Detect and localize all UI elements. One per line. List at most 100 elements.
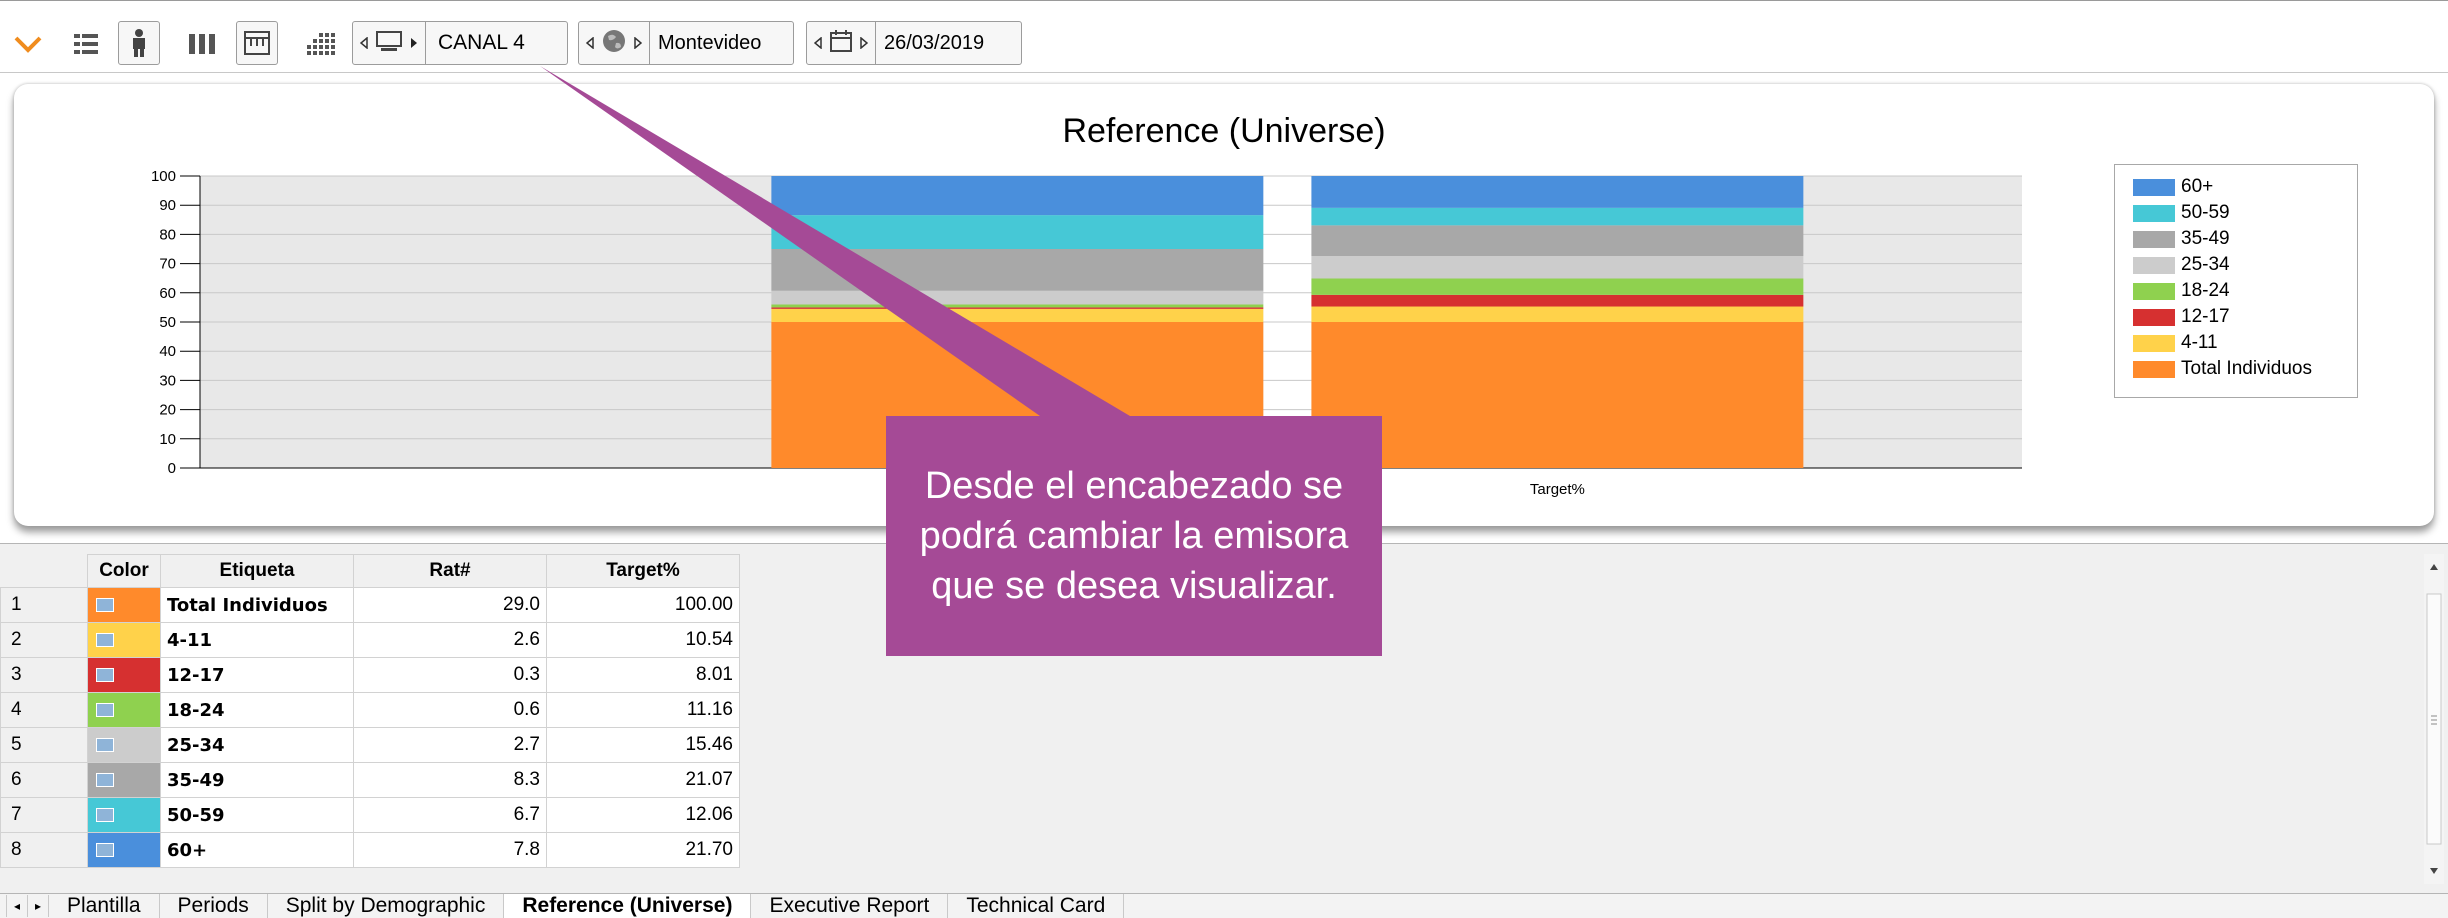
tab-scroll-right-icon[interactable]: ▸ bbox=[28, 895, 49, 917]
tab-periods[interactable]: Periods bbox=[160, 894, 268, 918]
color-swatch-cell[interactable] bbox=[87, 622, 161, 658]
header-rat[interactable]: Rat# bbox=[353, 554, 547, 588]
bar-segment[interactable] bbox=[771, 308, 1264, 322]
table-row[interactable]: 1 Total Individuos 29.0 100.00 bbox=[0, 587, 740, 623]
bar-segment[interactable] bbox=[771, 304, 1264, 308]
color-swatch-cell[interactable] bbox=[87, 762, 161, 798]
columns-icon[interactable] bbox=[182, 24, 222, 64]
tab-plantilla[interactable]: Plantilla bbox=[49, 894, 160, 918]
header-color[interactable]: Color bbox=[87, 554, 161, 588]
row-rat[interactable]: 2.7 bbox=[353, 727, 547, 763]
table-header-row: Color Etiqueta Rat# Target% bbox=[0, 554, 740, 588]
prev-city-arrow-icon[interactable] bbox=[585, 37, 595, 49]
header-label[interactable]: Etiqueta bbox=[160, 554, 354, 588]
bar-segment[interactable] bbox=[1311, 322, 1804, 468]
y-tick-label: 20 bbox=[159, 402, 176, 419]
row-rat[interactable]: 0.3 bbox=[353, 657, 547, 693]
date-value[interactable]: 26/03/2019 bbox=[875, 22, 992, 64]
row-target[interactable]: 21.70 bbox=[546, 832, 740, 868]
bar-segment[interactable] bbox=[771, 176, 1264, 216]
color-swatch-icon[interactable] bbox=[96, 842, 114, 857]
bar-segment[interactable] bbox=[1311, 294, 1804, 307]
row-rat[interactable]: 29.0 bbox=[353, 587, 547, 623]
color-swatch-icon[interactable] bbox=[96, 772, 114, 787]
color-swatch-icon[interactable] bbox=[96, 807, 114, 822]
bar-segment[interactable] bbox=[771, 307, 1264, 309]
prev-channel-arrow-icon[interactable] bbox=[359, 37, 369, 49]
row-target[interactable]: 12.06 bbox=[546, 797, 740, 833]
bar-segment[interactable] bbox=[1311, 306, 1804, 322]
color-swatch-cell[interactable] bbox=[87, 587, 161, 623]
tab-scroll-left-icon[interactable]: ◂ bbox=[6, 895, 28, 917]
legend-label: 60+ bbox=[2181, 176, 2214, 197]
row-rat[interactable]: 7.8 bbox=[353, 832, 547, 868]
channel-value[interactable]: CANAL 4 bbox=[425, 22, 537, 64]
bar-segment[interactable] bbox=[771, 215, 1264, 249]
person-icon[interactable] bbox=[118, 21, 160, 65]
legend-item: 35-49 bbox=[2133, 227, 2230, 251]
next-date-arrow-icon[interactable] bbox=[859, 37, 869, 49]
row-target[interactable]: 100.00 bbox=[546, 587, 740, 623]
color-swatch-cell[interactable] bbox=[87, 692, 161, 728]
bar-segment[interactable] bbox=[1311, 207, 1804, 226]
legend-label: 50-59 bbox=[2181, 202, 2230, 223]
row-label: 50-59 bbox=[160, 797, 354, 833]
row-target[interactable]: 8.01 bbox=[546, 657, 740, 693]
tab-reference-universe[interactable]: Reference (Universe) bbox=[504, 894, 752, 918]
row-rat[interactable]: 2.6 bbox=[353, 622, 547, 658]
bar-segment[interactable] bbox=[1311, 278, 1804, 295]
tab-technical-card[interactable]: Technical Card bbox=[948, 894, 1125, 918]
color-swatch-cell[interactable] bbox=[87, 832, 161, 868]
color-swatch-icon[interactable] bbox=[96, 667, 114, 682]
table-row[interactable]: 7 50-59 6.7 12.06 bbox=[0, 797, 740, 833]
legend-label: 12-17 bbox=[2181, 306, 2230, 327]
legend-item: 4-11 bbox=[2133, 331, 2218, 355]
header-target[interactable]: Target% bbox=[546, 554, 740, 588]
city-selector[interactable]: Montevideo bbox=[578, 21, 794, 65]
city-value[interactable]: Montevideo bbox=[649, 22, 769, 64]
row-target[interactable]: 15.46 bbox=[546, 727, 740, 763]
color-swatch-cell[interactable] bbox=[87, 727, 161, 763]
table-row[interactable]: 8 60+ 7.8 21.70 bbox=[0, 832, 740, 868]
row-target[interactable]: 11.16 bbox=[546, 692, 740, 728]
header-rownum bbox=[0, 554, 88, 588]
channel-selector[interactable]: CANAL 4 bbox=[352, 21, 568, 65]
color-swatch-cell[interactable] bbox=[87, 657, 161, 693]
tab-executive-report[interactable]: Executive Report bbox=[751, 894, 949, 918]
color-swatch-icon[interactable] bbox=[96, 597, 114, 612]
next-channel-arrow-icon[interactable] bbox=[409, 37, 419, 49]
row-rat[interactable]: 8.3 bbox=[353, 762, 547, 798]
color-swatch-cell[interactable] bbox=[87, 797, 161, 833]
table-row[interactable]: 3 12-17 0.3 8.01 bbox=[0, 657, 740, 693]
bar-segment[interactable] bbox=[1311, 256, 1804, 279]
bar-segment[interactable] bbox=[1311, 176, 1804, 208]
globe-icon bbox=[601, 28, 627, 59]
tab-split-by-demographic[interactable]: Split by Demographic bbox=[268, 894, 505, 918]
calendar-grid-icon[interactable] bbox=[236, 21, 278, 65]
row-rat[interactable]: 0.6 bbox=[353, 692, 547, 728]
table-row[interactable]: 6 35-49 8.3 21.07 bbox=[0, 762, 740, 798]
color-swatch-icon[interactable] bbox=[96, 737, 114, 752]
row-number: 4 bbox=[0, 692, 88, 728]
prev-date-arrow-icon[interactable] bbox=[813, 37, 823, 49]
row-target[interactable]: 10.54 bbox=[546, 622, 740, 658]
next-city-arrow-icon[interactable] bbox=[633, 37, 643, 49]
legend-item: 25-34 bbox=[2133, 253, 2230, 277]
color-swatch-icon[interactable] bbox=[96, 702, 114, 717]
list-icon[interactable] bbox=[66, 24, 106, 64]
table-row[interactable]: 2 4-11 2.6 10.54 bbox=[0, 622, 740, 658]
row-target[interactable]: 21.07 bbox=[546, 762, 740, 798]
grid-dots-icon[interactable] bbox=[300, 24, 340, 64]
bar-segment[interactable] bbox=[771, 290, 1264, 305]
legend-swatch bbox=[2133, 282, 2175, 300]
table-row[interactable]: 4 18-24 0.6 11.16 bbox=[0, 692, 740, 728]
bar-segment[interactable] bbox=[1311, 225, 1804, 257]
color-swatch-icon[interactable] bbox=[96, 632, 114, 647]
date-selector[interactable]: 26/03/2019 bbox=[806, 21, 1022, 65]
row-rat[interactable]: 6.7 bbox=[353, 797, 547, 833]
chevron-down-icon[interactable] bbox=[8, 24, 48, 64]
bar-segment[interactable] bbox=[771, 249, 1264, 291]
table-row[interactable]: 5 25-34 2.7 15.46 bbox=[0, 727, 740, 763]
vertical-scrollbar[interactable] bbox=[2424, 554, 2444, 884]
monitor-icon bbox=[375, 30, 403, 57]
